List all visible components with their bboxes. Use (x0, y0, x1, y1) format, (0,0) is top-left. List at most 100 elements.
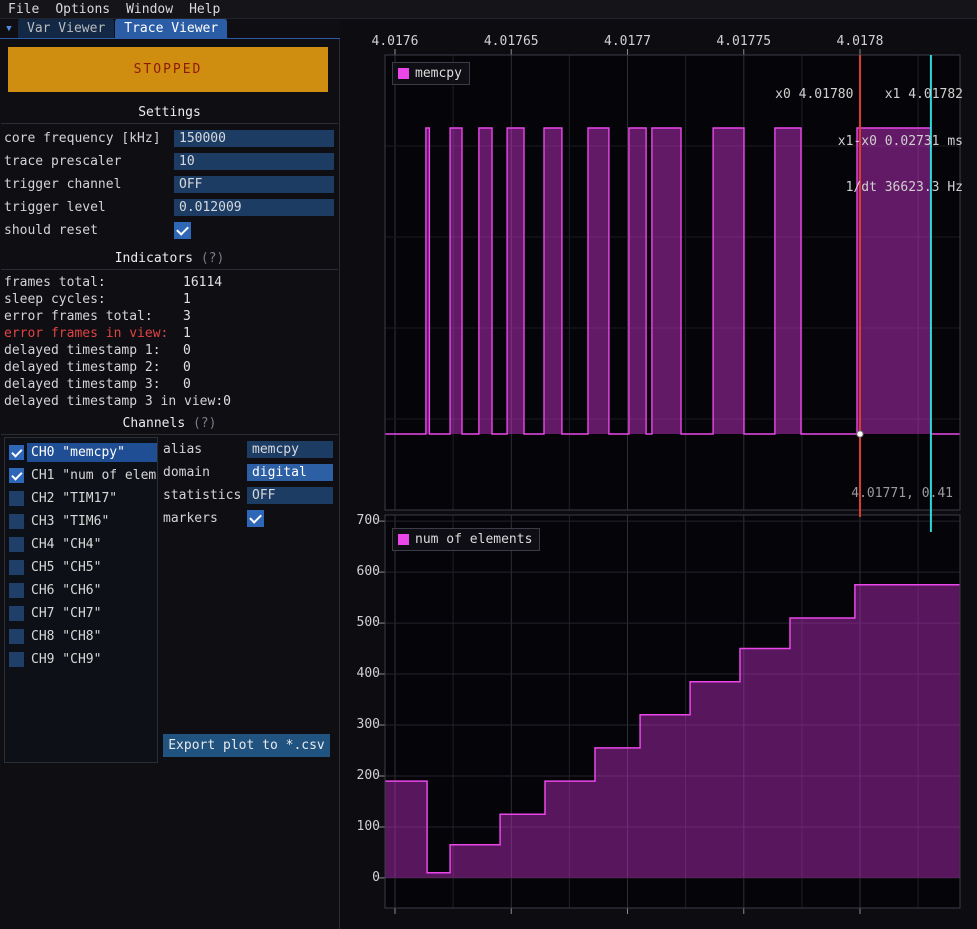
channel-row-5[interactable]: CH5 "CH5" (5, 557, 157, 580)
settings-row-trigger-level: trigger level0.012009 (4, 199, 334, 216)
collapse-window-icon[interactable]: ▼ (0, 24, 18, 38)
channel-row-1[interactable]: CH1 "num of elem (5, 465, 157, 488)
settings-label: should reset (4, 223, 98, 238)
legend-num-of-elements[interactable]: num of elements (392, 528, 540, 551)
property-label-domain: domain (163, 464, 210, 481)
channel-row-4[interactable]: CH4 "CH4" (5, 534, 157, 557)
y-tick-label: 300 (344, 717, 380, 732)
settings-row-should-reset: should reset (4, 222, 334, 239)
indicator-label: frames total: (4, 275, 183, 290)
channel-row-8[interactable]: CH8 "CH8" (5, 626, 157, 649)
x-tick-label: 4.01765 (471, 34, 551, 49)
menu-bar: FileOptionsWindowHelp (0, 0, 977, 19)
indicator-row-error-frames-in-view: error frames in view:1 (4, 326, 191, 343)
channel-8-checkbox[interactable] (9, 629, 24, 644)
channel-label[interactable]: CH7 "CH7" (27, 604, 157, 623)
indicator-value: 16114 (183, 275, 222, 290)
menu-window[interactable]: Window (118, 2, 181, 17)
trace-prescaler-field[interactable]: 10 (174, 153, 334, 170)
check-icon (249, 511, 261, 523)
channel-7-checkbox[interactable] (9, 606, 24, 621)
indicator-row-error-frames-total: error frames total:3 (4, 309, 191, 326)
channel-5-checkbox[interactable] (9, 560, 24, 575)
channel-3-checkbox[interactable] (9, 514, 24, 529)
channel-label[interactable]: CH8 "CH8" (27, 627, 157, 646)
marker-x0-x1-values: x0 4.01780 x1 4.01782 (775, 87, 963, 103)
channel-row-6[interactable]: CH6 "CH6" (5, 580, 157, 603)
settings-label: core frequency [kHz] (4, 131, 161, 146)
y-tick-label: 100 (344, 819, 380, 834)
settings-label: trigger channel (4, 177, 121, 192)
menu-help[interactable]: Help (181, 2, 228, 17)
indicator-value: 0 (223, 394, 231, 409)
channel-label[interactable]: CH1 "num of elem (27, 466, 157, 485)
channel-label[interactable]: CH6 "CH6" (27, 581, 157, 600)
x-tick-label: 4.0177 (588, 34, 668, 49)
channel-label[interactable]: CH5 "CH5" (27, 558, 157, 577)
indicator-row-sleep-cycles: sleep cycles:1 (4, 292, 191, 309)
y-tick-label: 700 (344, 513, 380, 528)
channel-2-checkbox[interactable] (9, 491, 24, 506)
should-reset-checkbox[interactable] (174, 222, 191, 239)
indicator-value: 0 (183, 377, 191, 392)
indicator-value: 0 (183, 360, 191, 375)
channel-9-checkbox[interactable] (9, 652, 24, 667)
menu-file[interactable]: File (0, 2, 47, 17)
settings-row-trace-prescaler: trace prescaler10 (4, 153, 334, 170)
y-tick-label: 400 (344, 666, 380, 681)
channel-row-2[interactable]: CH2 "TIM17" (5, 488, 157, 511)
statistics-field[interactable]: OFF (247, 487, 333, 504)
channel-row-9[interactable]: CH9 "CH9" (5, 649, 157, 672)
x-tick-label: 4.0176 (355, 34, 435, 49)
legend-memcpy[interactable]: memcpy (392, 62, 470, 85)
indicator-label: error frames in view: (4, 326, 183, 341)
indicator-row-delayed-timestamp-1: delayed timestamp 1:0 (4, 343, 191, 360)
indicator-label: delayed timestamp 2: (4, 360, 183, 375)
channel-6-checkbox[interactable] (9, 583, 24, 598)
property-label-statistics: statistics (163, 487, 241, 504)
channel-0-checkbox[interactable] (9, 445, 24, 460)
tab-trace-viewer[interactable]: Trace Viewer (115, 18, 227, 38)
channel-label[interactable]: CH3 "TIM6" (27, 512, 157, 531)
tab-bar: ▼ Var ViewerTrace Viewer (0, 19, 340, 39)
legend-label[interactable]: memcpy (415, 66, 462, 81)
channel-listbox[interactable]: CH0 "memcpy" CH1 "num of elem CH2 "TIM17" C… (4, 437, 158, 763)
indicators-help-icon[interactable]: (?) (201, 251, 224, 266)
channel-label[interactable]: CH2 "TIM17" (27, 489, 157, 508)
export-csv-button[interactable]: Export plot to *.csv (163, 734, 330, 757)
channel-label[interactable]: CH9 "CH9" (27, 650, 157, 669)
domain-field[interactable]: digital (247, 464, 333, 481)
channel-1-checkbox[interactable] (9, 468, 24, 483)
indicator-row-delayed-timestamp-3: delayed timestamp 3:0 (4, 377, 191, 394)
menu-options[interactable]: Options (47, 2, 118, 17)
acquisition-state-button[interactable]: STOPPED (8, 47, 328, 92)
core-frequency-khz-field[interactable]: 150000 (174, 130, 334, 147)
channel-row-7[interactable]: CH7 "CH7" (5, 603, 157, 626)
indicators-section-title: Indicators (?) (0, 251, 339, 266)
indicator-row-delayed-timestamp-3-in-view: delayed timestamp 3 in view:0 (4, 394, 231, 411)
settings-section-title: Settings (0, 105, 339, 120)
markers-checkbox[interactable] (247, 510, 264, 527)
channels-help-icon[interactable]: (?) (193, 416, 216, 431)
trigger-level-field[interactable]: 0.012009 (174, 199, 334, 216)
channel-4-checkbox[interactable] (9, 537, 24, 552)
channel-row-3[interactable]: CH3 "TIM6" (5, 511, 157, 534)
legend-label[interactable]: num of elements (415, 532, 532, 547)
indicator-value: 1 (183, 326, 191, 341)
indicator-value: 3 (183, 309, 191, 324)
channel-label[interactable]: CH4 "CH4" (27, 535, 157, 554)
indicator-label: delayed timestamp 3 in view: (4, 394, 223, 409)
indicator-row-frames-total: frames total:16114 (4, 275, 222, 292)
settings-separator (1, 123, 338, 124)
channel-label[interactable]: CH0 "memcpy" (27, 443, 157, 462)
tab-strip: Var ViewerTrace Viewer (18, 18, 228, 38)
series-color-swatch-icon (398, 534, 409, 545)
channels-title-text: Channels (123, 416, 186, 431)
channel-row-0[interactable]: CH0 "memcpy" (5, 442, 157, 465)
menu-bar-items: FileOptionsWindowHelp (0, 2, 228, 17)
series-color-swatch-icon (398, 68, 409, 79)
tab-var-viewer[interactable]: Var Viewer (18, 18, 114, 38)
trigger-channel-field[interactable]: OFF (174, 176, 334, 193)
channels-separator (1, 434, 338, 435)
alias-field[interactable]: memcpy (247, 441, 333, 458)
